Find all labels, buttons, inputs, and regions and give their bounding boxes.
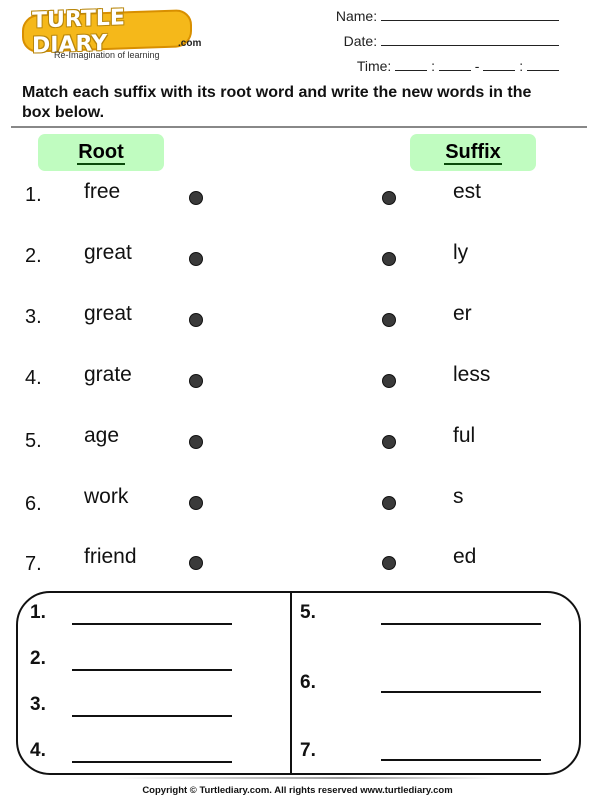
root-match-dot[interactable]: [189, 496, 203, 510]
suffix-word: er: [453, 302, 472, 325]
turtle-diary-logo: TURTLE DIARY .com Re-Imagination of lear…: [22, 5, 201, 60]
time-separator: :: [431, 58, 435, 74]
suffix-header-label: Suffix: [444, 140, 502, 165]
answer-number: 6.: [300, 672, 316, 693]
row-number: 7.: [25, 553, 42, 575]
answer-blank-line[interactable]: [381, 691, 541, 693]
row-number: 1.: [25, 184, 42, 206]
time-field: Time: : - :: [357, 58, 559, 74]
suffix-word: s: [453, 485, 464, 508]
name-field: Name:: [336, 8, 559, 24]
answer-number: 5.: [300, 602, 316, 623]
answer-number: 1.: [30, 602, 46, 623]
time-label: Time:: [356, 58, 392, 74]
time-end-hour-line[interactable]: [483, 58, 516, 71]
answer-blank-line[interactable]: [72, 669, 232, 671]
row-number: 2.: [25, 245, 42, 267]
root-match-dot[interactable]: [189, 191, 203, 205]
answer-blank-line[interactable]: [72, 761, 232, 763]
answer-box: [16, 591, 581, 775]
suffix-match-dot[interactable]: [382, 191, 396, 205]
time-separator: :: [519, 58, 524, 74]
row-number: 5.: [25, 430, 42, 452]
root-word: great: [84, 241, 132, 264]
logo-domain-suffix: .com: [178, 38, 202, 49]
answer-number: 3.: [30, 694, 46, 715]
root-word: free: [84, 180, 121, 203]
suffix-match-dot[interactable]: [382, 496, 396, 510]
suffix-word: ed: [453, 545, 477, 568]
time-separator: -: [474, 58, 480, 74]
root-match-dot[interactable]: [189, 556, 203, 570]
answer-number: 4.: [30, 740, 46, 761]
suffix-column-header: Suffix: [410, 134, 536, 171]
root-match-dot[interactable]: [189, 252, 203, 266]
row-number: 4.: [25, 367, 42, 389]
time-end-minute-line[interactable]: [527, 58, 559, 71]
answer-box-shadow: [115, 777, 495, 779]
root-header-label: Root: [77, 140, 125, 165]
suffix-match-dot[interactable]: [382, 374, 396, 388]
suffix-word: ful: [453, 424, 476, 447]
root-column-header: Root: [38, 134, 164, 171]
answer-number: 2.: [30, 648, 46, 669]
date-input-line[interactable]: [381, 33, 559, 46]
name-label: Name:: [335, 8, 378, 24]
logo-tagline: Re-Imagination of learning: [54, 50, 160, 60]
date-label: Date:: [343, 33, 378, 49]
answer-blank-line[interactable]: [72, 623, 232, 625]
logo-wordmark: TURTLE DIARY: [22, 5, 192, 59]
copyright-footer: Copyright © Turtlediary.com. All rights …: [142, 785, 453, 796]
row-number: 3.: [25, 306, 42, 328]
suffix-word: est: [453, 180, 482, 203]
date-field: Date:: [344, 33, 559, 49]
root-word: great: [84, 302, 132, 325]
time-start-hour-line[interactable]: [395, 58, 428, 71]
root-match-dot[interactable]: [189, 374, 203, 388]
time-start-minute-line[interactable]: [438, 58, 471, 71]
answer-blank-line[interactable]: [72, 715, 232, 717]
answer-blank-line[interactable]: [381, 623, 541, 625]
root-match-dot[interactable]: [189, 313, 203, 327]
root-word: work: [84, 485, 129, 508]
answer-number: 7.: [300, 740, 316, 761]
root-word: friend: [84, 545, 137, 568]
answer-box-divider: [290, 593, 292, 775]
suffix-word: less: [453, 363, 491, 386]
root-word: grate: [84, 363, 132, 386]
suffix-match-dot[interactable]: [382, 313, 396, 327]
root-word: age: [84, 424, 120, 447]
name-input-line[interactable]: [381, 8, 559, 21]
root-match-dot[interactable]: [189, 435, 203, 449]
instructions-text: Match each suffix with its root word and…: [22, 84, 532, 121]
suffix-match-dot[interactable]: [382, 556, 396, 570]
header-divider: [11, 126, 587, 128]
suffix-word: ly: [453, 241, 469, 264]
answer-blank-line[interactable]: [381, 759, 541, 761]
suffix-match-dot[interactable]: [382, 435, 396, 449]
row-number: 6.: [25, 493, 42, 515]
suffix-match-dot[interactable]: [382, 252, 396, 266]
